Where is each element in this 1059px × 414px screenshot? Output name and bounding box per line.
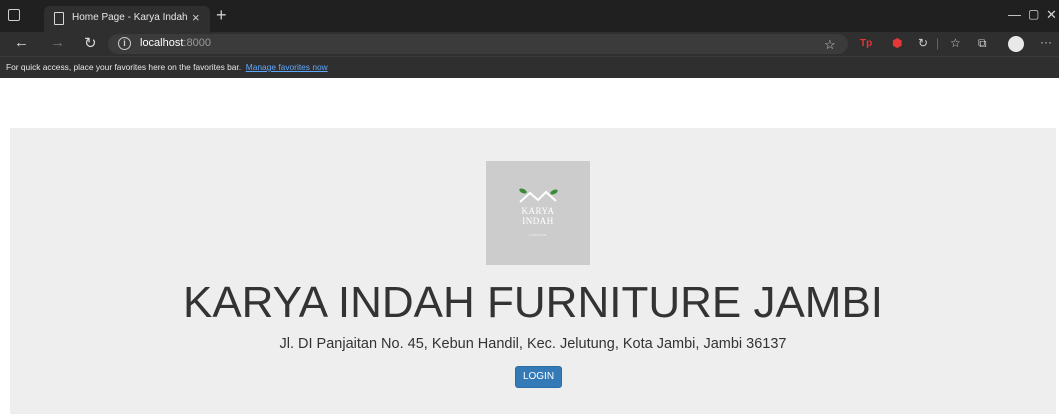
refresh-button[interactable]: ↻ xyxy=(84,34,97,52)
roof-leaf-icon xyxy=(519,188,558,203)
tab-close-icon[interactable]: × xyxy=(192,10,200,25)
favorites-bar: For quick access, place your favorites h… xyxy=(0,56,1059,78)
address-url: localhost:8000 xyxy=(140,37,211,49)
company-logo: KARYA INDAH FURNITURE xyxy=(486,161,590,265)
manage-favorites-link[interactable]: Manage favorites now xyxy=(246,62,328,72)
tab-title: Home Page - Karya Indah Furniture Jambi xyxy=(72,12,190,23)
logo-text-line3: FURNITURE xyxy=(529,233,547,237)
more-icon[interactable]: ··· xyxy=(1040,35,1052,49)
logo-text-line2: INDAH xyxy=(522,216,554,226)
profile-avatar[interactable] xyxy=(1008,36,1024,52)
favorites-message: For quick access, place your favorites h… xyxy=(6,62,328,72)
tab-actions-icon[interactable] xyxy=(8,9,20,21)
browser-toolbar: ← → ↻ i localhost:8000 ☆ Tp ⬢ ↻ | ☆ ⧉ ··… xyxy=(0,32,1059,56)
jumbotron: KARYA INDAH FURNITURE KARYA INDAH FURNIT… xyxy=(10,128,1056,414)
refresh-extension-icon[interactable]: ↻ xyxy=(918,36,928,50)
new-tab-button[interactable]: + xyxy=(216,5,227,26)
logo-text-line1: KARYA xyxy=(521,206,555,216)
page-content: KARYA INDAH FURNITURE KARYA INDAH FURNIT… xyxy=(0,78,1059,414)
add-favorite-icon[interactable]: ☆ xyxy=(824,37,836,53)
close-window-icon[interactable]: ✕ xyxy=(1046,7,1057,23)
address-bar[interactable]: i localhost:8000 ☆ xyxy=(108,34,848,54)
adblock-icon[interactable]: ⬢ xyxy=(892,36,902,50)
back-button[interactable]: ← xyxy=(14,34,29,51)
page-icon xyxy=(54,12,64,25)
favorites-hint: For quick access, place your favorites h… xyxy=(6,62,242,72)
page-title: KARYA INDAH FURNITURE JAMBI xyxy=(182,278,884,327)
site-info-icon[interactable]: i xyxy=(118,37,131,50)
minimize-icon[interactable]: — xyxy=(1008,7,1021,22)
browser-titlebar: Home Page - Karya Indah Furniture Jambi … xyxy=(0,0,1059,32)
browser-tab[interactable]: Home Page - Karya Indah Furniture Jambi … xyxy=(44,6,210,32)
extension-icon[interactable]: Tp xyxy=(860,38,872,49)
favorites-icon[interactable]: ☆ xyxy=(950,36,961,50)
toolbar-divider: | xyxy=(936,36,940,50)
forward-button[interactable]: → xyxy=(50,34,65,51)
collections-icon[interactable]: ⧉ xyxy=(978,36,987,51)
restore-icon[interactable]: ▢ xyxy=(1028,7,1039,21)
url-port: :8000 xyxy=(183,37,211,49)
login-button[interactable]: LOGIN xyxy=(515,366,562,388)
url-host: localhost xyxy=(140,37,184,49)
company-address: Jl. DI Panjaitan No. 45, Kebun Handil, K… xyxy=(279,336,787,352)
